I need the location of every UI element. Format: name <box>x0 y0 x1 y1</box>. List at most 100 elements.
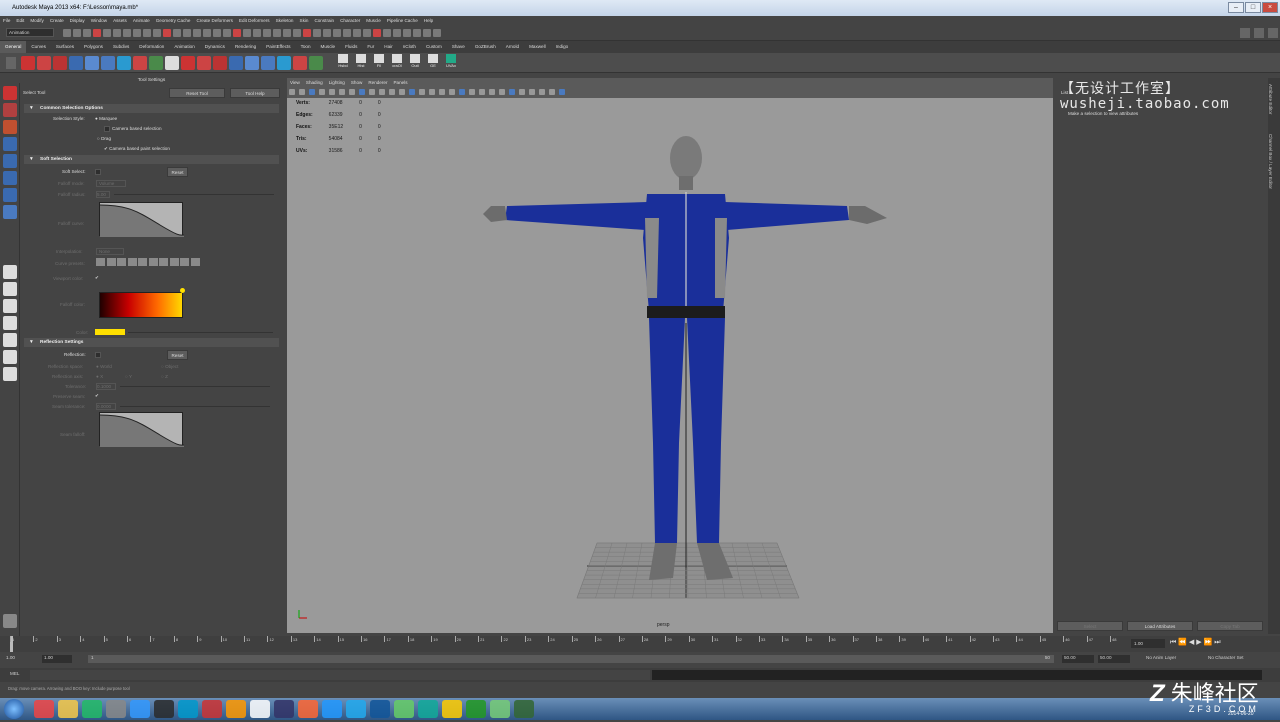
falloff-curve-graph[interactable] <box>99 202 185 237</box>
shelf-tool-icon[interactable] <box>69 56 83 70</box>
curve-preset-icon[interactable] <box>169 258 179 266</box>
status-tool-icon[interactable] <box>213 29 221 37</box>
paint-select-icon[interactable] <box>3 120 17 134</box>
axis-z-radio[interactable]: ○ Z <box>161 374 168 379</box>
status-tool-icon[interactable] <box>353 29 361 37</box>
menu-file[interactable]: File <box>0 16 13 25</box>
panel-toggle-icon[interactable] <box>1254 28 1264 38</box>
seam-falloff-graph[interactable] <box>99 412 185 447</box>
viewport-menu-view[interactable]: View <box>287 78 303 87</box>
viewport-tool-icon[interactable] <box>309 89 315 95</box>
reflection-settings-header[interactable]: ▼ Reflection Settings <box>24 338 279 347</box>
layout-four-icon[interactable] <box>3 282 17 296</box>
camera-based-checkbox[interactable] <box>104 126 110 132</box>
viewport-tool-icon[interactable] <box>489 89 495 95</box>
menu-animate[interactable]: Animate <box>130 16 153 25</box>
curve-preset-icon[interactable] <box>190 258 200 266</box>
shelf-tool-icon[interactable] <box>133 56 147 70</box>
viewport-tool-icon[interactable] <box>499 89 505 95</box>
curve-preset-icon[interactable] <box>106 258 116 266</box>
viewport-tool-icon[interactable] <box>379 89 385 95</box>
status-tool-icon[interactable] <box>263 29 271 37</box>
menu-constrain[interactable]: Constrain <box>311 16 337 25</box>
shelf-tool-icon[interactable] <box>181 56 195 70</box>
menu-display[interactable]: Display <box>67 16 88 25</box>
layout-outliner-icon[interactable] <box>3 333 17 347</box>
shelf-tool-icon[interactable] <box>37 56 51 70</box>
shelf-tool-icon[interactable] <box>261 56 275 70</box>
menu-muscle[interactable]: Muscle <box>363 16 384 25</box>
shelf-tab-maxwell[interactable]: Maxwell <box>524 41 551 53</box>
viewport-menu-panels[interactable]: Panels <box>390 78 410 87</box>
status-tool-icon[interactable] <box>383 29 391 37</box>
viewport-menu-shading[interactable]: Shading <box>303 78 326 87</box>
status-tool-icon[interactable] <box>193 29 201 37</box>
shelf-button-hist[interactable]: Hist <box>353 54 369 72</box>
menu-create[interactable]: Create <box>47 16 67 25</box>
copy-tab-button[interactable]: Copy Tab <box>1197 621 1263 631</box>
viewport-menu-show[interactable]: Show <box>348 78 366 87</box>
end-time[interactable]: 50.00 <box>1098 655 1130 663</box>
command-input[interactable] <box>30 670 650 680</box>
playback-controls[interactable]: ⏮ ⏪ ◀ ▶ ⏩ ⏭ <box>1170 638 1221 647</box>
status-tool-icon[interactable] <box>243 29 251 37</box>
soft-select-checkbox[interactable] <box>95 169 101 175</box>
taskbar-app-icon[interactable] <box>154 700 174 718</box>
shelf-tool-icon[interactable] <box>117 56 131 70</box>
shelf-tab-dynamics[interactable]: Dynamics <box>200 41 230 53</box>
select-button[interactable]: Select <box>1057 621 1123 631</box>
shelf-tab-animation[interactable]: Animation <box>169 41 199 53</box>
taskbar-app-icon[interactable] <box>298 700 318 718</box>
shelf-tab-custom[interactable]: Custom <box>421 41 447 53</box>
status-tool-icon[interactable] <box>123 29 131 37</box>
layout-two-icon[interactable] <box>3 299 17 313</box>
rotate-tool-icon[interactable] <box>3 154 17 168</box>
color-swatch[interactable] <box>95 329 125 335</box>
menu-character[interactable]: Character <box>337 16 363 25</box>
shelf-tool-icon[interactable] <box>165 56 179 70</box>
reflection-checkbox[interactable] <box>95 352 101 358</box>
status-tool-icon[interactable] <box>423 29 431 37</box>
curve-preset-icon[interactable] <box>148 258 158 266</box>
taskbar-app-icon[interactable] <box>58 700 78 718</box>
layout-graph-icon[interactable] <box>3 350 17 364</box>
falloff-radius-slider[interactable] <box>114 194 274 195</box>
menuset-dropdown[interactable]: Animation <box>6 28 54 37</box>
panel-toggle-icon[interactable] <box>1268 28 1278 38</box>
shelf-tab-general[interactable]: General <box>0 41 27 53</box>
marquee-radio[interactable]: ● Marquee <box>95 116 117 121</box>
status-tool-icon[interactable] <box>73 29 81 37</box>
shelf-tab-curves[interactable]: Curves <box>26 41 51 53</box>
shelf-tab-hair[interactable]: Hair <box>379 41 397 53</box>
current-frame-field[interactable]: 1.00 <box>1131 639 1165 648</box>
taskbar-app-icon[interactable] <box>274 700 294 718</box>
taskbar-app-icon[interactable] <box>442 700 462 718</box>
shelf-tab-fluids[interactable]: Fluids <box>340 41 362 53</box>
status-tool-icon[interactable] <box>203 29 211 37</box>
shelf-tool-icon[interactable] <box>149 56 163 70</box>
toolbox-bottom-icon[interactable] <box>3 614 17 628</box>
status-tool-icon[interactable] <box>163 29 171 37</box>
tolerance-slider[interactable] <box>120 386 270 387</box>
viewport-menu-renderer[interactable]: Renderer <box>365 78 390 87</box>
color-slider[interactable] <box>128 332 273 333</box>
taskbar-app-icon[interactable] <box>466 700 486 718</box>
shelf-tool-icon[interactable] <box>213 56 227 70</box>
world-radio[interactable]: ● World <box>96 364 112 369</box>
menu-skin[interactable]: Skin <box>297 16 312 25</box>
taskbar-app-icon[interactable] <box>82 700 102 718</box>
time-slider[interactable]: 1 2 3 4 5 6 7 8 9 10 11 12 13 14 15 16 17 18 19 20 21 22 23 24 2… <box>0 636 1280 652</box>
taskbar-app-icon[interactable] <box>490 700 510 718</box>
soft-selection-header[interactable]: ▼ Soft Selection <box>24 155 279 164</box>
taskbar-app-icon[interactable] <box>394 700 414 718</box>
shelf-button-hsbd[interactable]: Hsbd <box>335 54 351 72</box>
taskbar-app-icon[interactable] <box>130 700 150 718</box>
status-tool-icon[interactable] <box>113 29 121 37</box>
viewport-tool-icon[interactable] <box>439 89 445 95</box>
minimize-icon[interactable]: – <box>1228 2 1244 13</box>
viewport-tool-icon[interactable] <box>549 89 555 95</box>
shelf-tab-fur[interactable]: Fur <box>362 41 379 53</box>
status-tool-icon[interactable] <box>433 29 441 37</box>
taskbar-app-icon[interactable] <box>322 700 342 718</box>
taskbar-app-icon[interactable] <box>418 700 438 718</box>
